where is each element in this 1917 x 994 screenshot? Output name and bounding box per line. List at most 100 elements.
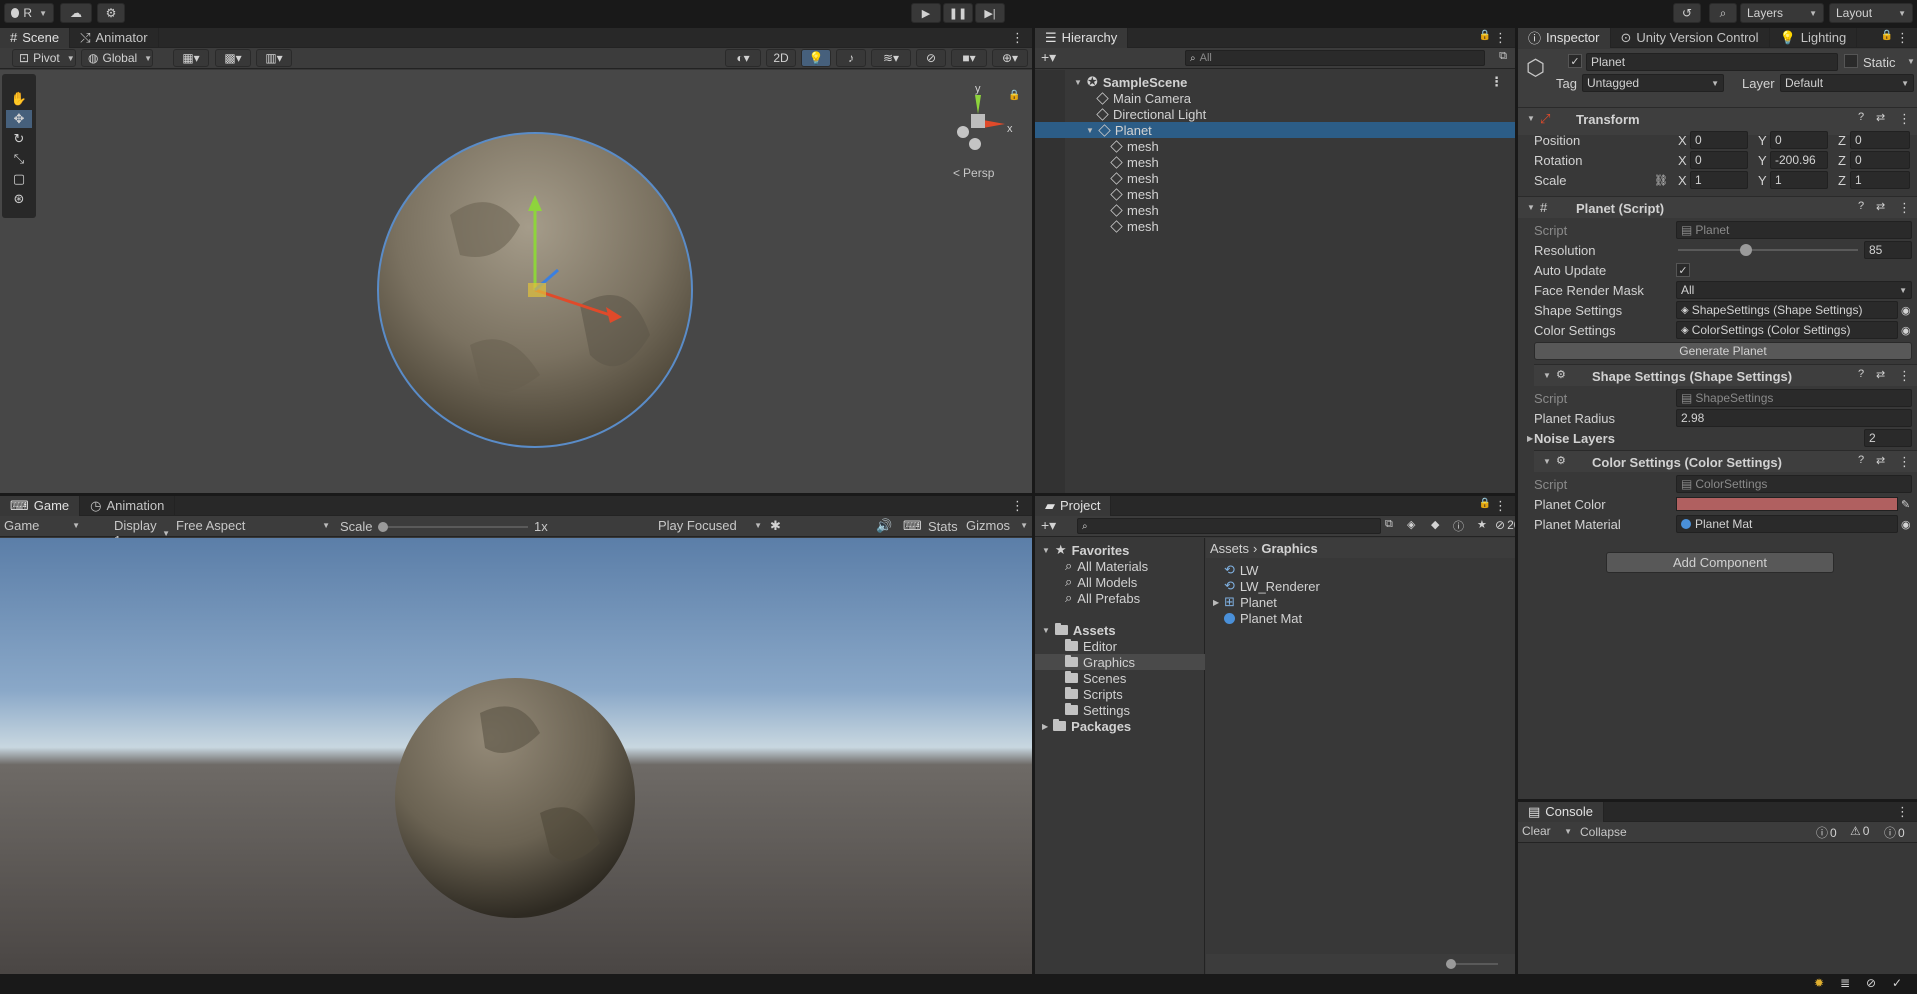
static-checkbox[interactable] <box>1844 54 1858 68</box>
slider-thumb[interactable] <box>378 522 388 532</box>
color-settings-header[interactable]: ▼ ⚙ Color Settings (Color Settings) ? ⇄ … <box>1534 450 1917 472</box>
file-lw[interactable]: ⟲ LW <box>1224 562 1258 578</box>
tab-lighting[interactable]: 💡 Lighting <box>1770 28 1858 48</box>
planet-material-field[interactable]: Planet Mat <box>1676 515 1898 533</box>
filter-icon[interactable]: ⧉ <box>1499 50 1507 63</box>
object-picker-icon[interactable]: ◉ <box>1901 518 1911 531</box>
scale-slider[interactable] <box>378 522 528 532</box>
help-icon[interactable]: ? <box>1858 200 1864 212</box>
kebab-icon[interactable]: ⋮ <box>1898 454 1911 470</box>
cloud-button[interactable]: ☁ <box>60 3 92 23</box>
info-count[interactable]: ⓘ 0 <box>1816 824 1837 841</box>
rotation-x[interactable]: 0 <box>1690 151 1748 169</box>
kebab-icon[interactable]: ⋮ <box>1898 368 1911 384</box>
preset-icon[interactable]: ⇄ <box>1876 368 1885 381</box>
game-viewport[interactable] <box>0 538 1032 974</box>
hidden-count[interactable]: ⊘20 <box>1495 518 1515 532</box>
add-component-button[interactable]: Add Component <box>1606 552 1834 573</box>
preset-icon[interactable]: ⇄ <box>1876 111 1885 124</box>
favorite-all-materials[interactable]: ⌕ All Materials <box>1065 558 1148 574</box>
hierarchy-item-directional-light[interactable]: Directional Light <box>1096 106 1206 122</box>
collab-button[interactable]: ⚙ <box>97 3 125 23</box>
tab-hierarchy[interactable]: ☰ Hierarchy <box>1035 28 1129 48</box>
kebab-icon[interactable]: ⋮ <box>1011 30 1024 46</box>
draw-mode-button[interactable]: ◐▾ <box>725 49 761 67</box>
camera-button[interactable]: ■▾ <box>951 49 987 67</box>
project-search[interactable]: ⌕ <box>1077 518 1381 534</box>
mute-icon[interactable]: 🔊 <box>876 518 892 534</box>
slider-thumb[interactable] <box>1446 959 1456 969</box>
play-button[interactable]: ▶ <box>911 3 941 23</box>
zoom-slider[interactable] <box>1446 959 1498 969</box>
link-icon[interactable]: ⛓ <box>1654 174 1668 187</box>
color-settings-field[interactable]: ◈ ColorSettings (Color Settings) <box>1676 321 1898 339</box>
preset-icon[interactable]: ⇄ <box>1876 200 1885 213</box>
filter-icon[interactable]: ⧉ <box>1385 518 1393 531</box>
rotation-y[interactable]: -200.96 <box>1770 151 1828 169</box>
scene-root[interactable]: ▼ ✪ SampleScene ⋮ <box>1071 74 1511 90</box>
kebab-icon[interactable]: ⋮ <box>1896 804 1909 820</box>
info-icon[interactable]: ⓘ <box>1453 518 1464 534</box>
eyedropper-icon[interactable]: ✎ <box>1901 498 1910 511</box>
align-button[interactable]: ▥▾ <box>256 49 292 67</box>
position-z[interactable]: 0 <box>1850 131 1910 149</box>
kebab-icon[interactable]: ⋮ <box>1896 30 1909 46</box>
scene-viewport[interactable]: ✋ ✥ ↻ ⤡ ▢ ⊛ y x 🔒 < Persp <box>0 70 1032 493</box>
label-icon[interactable]: ◆ <box>1431 518 1439 531</box>
file-lw-renderer[interactable]: ⟲ LW_Renderer <box>1224 578 1320 594</box>
slider-thumb[interactable] <box>1740 244 1753 256</box>
step-button[interactable]: ▶| <box>975 3 1005 23</box>
folder-graphics[interactable]: Graphics <box>1035 654 1205 670</box>
star-icon[interactable]: ★ <box>1477 518 1487 531</box>
rotation-z[interactable]: 0 <box>1850 151 1910 169</box>
help-icon[interactable]: ? <box>1858 111 1864 123</box>
planet-radius-field[interactable]: 2.98 <box>1676 409 1912 427</box>
pause-button[interactable]: ❚❚ <box>943 3 973 23</box>
bug-icon[interactable]: ✱ <box>770 518 781 534</box>
active-checkbox[interactable]: ✓ <box>1568 54 1582 68</box>
global-dropdown[interactable]: ◍ Global ▼ <box>81 49 153 67</box>
folder-scripts[interactable]: Scripts <box>1065 686 1123 702</box>
kebab-icon[interactable]: ⋮ <box>1494 30 1507 46</box>
rect-tool[interactable]: ▢ <box>6 170 32 188</box>
account-button[interactable]: R ▼ <box>4 3 54 23</box>
tab-console[interactable]: ▤ Console <box>1518 802 1604 822</box>
warning-count[interactable]: ⚠ 0 <box>1850 824 1869 838</box>
gizmos-dropdown[interactable]: Gizmos ▼ <box>966 518 1028 533</box>
kebab-icon[interactable]: ⋮ <box>1490 74 1503 90</box>
folder-settings[interactable]: Settings <box>1065 702 1130 718</box>
error-count[interactable]: ⓘ 0 <box>1884 824 1905 841</box>
lighting-build-icon[interactable]: ✹ <box>1814 976 1824 990</box>
game-mode-dropdown[interactable]: Game ▼ <box>0 518 84 533</box>
shape-settings-header[interactable]: ▼ ⚙ Shape Settings (Shape Settings) ? ⇄ … <box>1534 364 1917 386</box>
lock-icon[interactable]: 🔒 <box>1008 90 1020 101</box>
grid-snap-button[interactable]: ▦▾ <box>173 49 209 67</box>
favorite-all-prefabs[interactable]: ⌕ All Prefabs <box>1065 590 1140 606</box>
resolution-slider[interactable] <box>1678 244 1858 256</box>
chevron-down-icon[interactable]: ▼ <box>1907 57 1915 66</box>
planet-color-swatch[interactable] <box>1676 497 1898 511</box>
tab-animation[interactable]: ◷ Animation <box>80 496 176 516</box>
hierarchy-item-mesh[interactable]: mesh <box>1110 138 1159 154</box>
layout-dropdown[interactable]: Layout ▼ <box>1829 3 1913 23</box>
lock-icon[interactable]: 🔒 <box>1479 498 1491 509</box>
lock-icon[interactable]: 🔒 <box>1881 30 1893 41</box>
favorite-all-models[interactable]: ⌕ All Models <box>1065 574 1137 590</box>
position-x[interactable]: 0 <box>1690 131 1748 149</box>
history-button[interactable]: ↺ <box>1673 3 1701 23</box>
check-icon[interactable]: ✓ <box>1892 976 1902 990</box>
tab-scene[interactable]: # Scene <box>0 28 71 48</box>
layers-dropdown[interactable]: Layers ▼ <box>1740 3 1824 23</box>
scale-z[interactable]: 1 <box>1850 171 1910 189</box>
file-planet[interactable]: ▶ ⊞ Planet <box>1210 594 1277 610</box>
hierarchy-item-main-camera[interactable]: Main Camera <box>1096 90 1191 106</box>
file-planet-mat[interactable]: Planet Mat <box>1224 610 1302 626</box>
tab-inspector[interactable]: ⓘ Inspector <box>1518 28 1611 48</box>
keyboard-icon[interactable]: ⌨ <box>903 518 922 534</box>
search-button[interactable]: ⌕ <box>1709 3 1737 23</box>
hierarchy-item-mesh[interactable]: mesh <box>1110 186 1159 202</box>
hierarchy-search[interactable]: ⌕ All <box>1185 50 1485 66</box>
transform-header[interactable]: ▼ ⤢ Transform ? ⇄ ⋮ <box>1518 107 1917 129</box>
auto-update-checkbox[interactable]: ✓ <box>1676 263 1690 277</box>
tab-game[interactable]: ⌨ Game <box>0 496 81 516</box>
